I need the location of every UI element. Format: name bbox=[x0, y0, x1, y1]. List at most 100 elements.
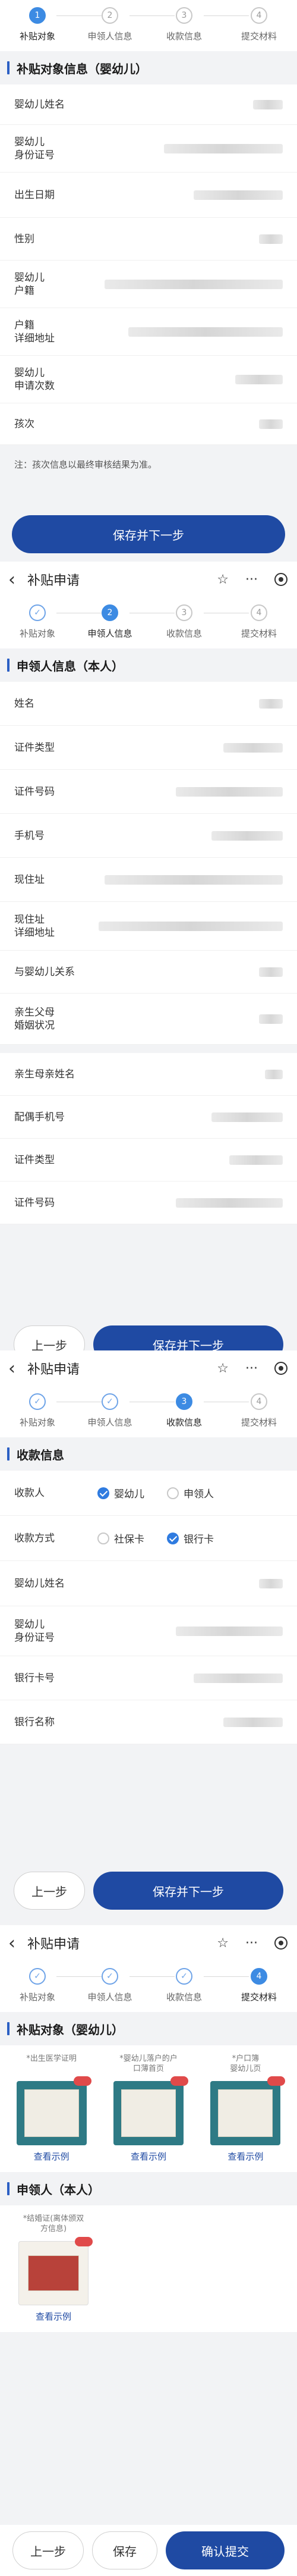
field-gender[interactable]: 性别 bbox=[0, 218, 297, 261]
field-spouse-id-type[interactable]: 证件类型 bbox=[0, 1139, 297, 1182]
delete-badge-icon[interactable] bbox=[73, 2076, 91, 2086]
section-applicant-info: 申领人信息（本人） bbox=[0, 648, 297, 682]
star-icon[interactable]: ☆ bbox=[217, 1361, 229, 1376]
top-nav: ‹ 补贴申请 ☆ ··· bbox=[0, 1350, 297, 1386]
save-next-button[interactable]: 保存并下一步 bbox=[93, 1872, 283, 1910]
view-example-link[interactable]: 查看示例 bbox=[10, 2310, 97, 2323]
submit-button[interactable]: 确认提交 bbox=[166, 2531, 285, 2569]
stepper: ✓ 补贴对象 ✓ 申领人信息 ✓ 收款信息 4 提交材料 bbox=[0, 1961, 297, 2012]
step-3[interactable]: ✓ 收款信息 bbox=[151, 1968, 217, 2003]
step-2[interactable]: 2 申领人信息 bbox=[77, 604, 143, 640]
payee-applicant-radio[interactable]: 申领人 bbox=[167, 1486, 214, 1500]
payee-child-radio[interactable]: 婴幼儿 bbox=[97, 1486, 144, 1500]
delete-badge-icon[interactable] bbox=[75, 2237, 93, 2246]
step-4[interactable]: 4 提交材料 bbox=[226, 7, 292, 42]
stepper: ✓ 补贴对象 ✓ 申领人信息 3 收款信息 4 提交材料 bbox=[0, 1386, 297, 1437]
star-icon[interactable]: ☆ bbox=[217, 572, 229, 587]
view-example-link[interactable]: 查看示例 bbox=[106, 2150, 190, 2163]
field-id-number[interactable]: 证件号码 bbox=[0, 770, 297, 814]
step-1[interactable]: ✓ 补贴对象 bbox=[5, 1968, 70, 2003]
step3-view: ‹ 补贴申请 ☆ ··· ✓ 补贴对象 ✓ 申领人信息 3 收款信息 4 提交材料 收款信… bbox=[0, 1350, 297, 1916]
step-3[interactable]: 3 收款信息 bbox=[151, 1393, 217, 1428]
child-info-form: 婴幼儿姓名 婴幼儿 身份证号 出生日期 性别 婴幼儿 户籍 户籍 详细地址 婴幼… bbox=[0, 84, 297, 445]
save-next-button[interactable]: 保存并下一步 bbox=[12, 515, 285, 553]
step-4[interactable]: 4 提交材料 bbox=[226, 1968, 292, 2003]
back-icon[interactable]: ‹ bbox=[8, 569, 24, 590]
payment-form: 收款人 婴幼儿 申领人 收款方式 社保卡 银行卡 婴幼儿姓名 婴幼儿 身份证号 … bbox=[0, 1471, 297, 1744]
field-pay-method: 收款方式 社保卡 银行卡 bbox=[0, 1516, 297, 1561]
prev-button[interactable]: 上一步 bbox=[12, 2531, 84, 2569]
step-4[interactable]: 4 提交材料 bbox=[226, 1393, 292, 1428]
target-icon[interactable] bbox=[274, 1362, 287, 1375]
more-icon[interactable]: ··· bbox=[245, 572, 258, 587]
upload-thumbnail[interactable] bbox=[16, 2076, 91, 2145]
step-3[interactable]: 3 收款信息 bbox=[151, 7, 217, 42]
field-household-address[interactable]: 户籍 详细地址 bbox=[0, 308, 297, 356]
step1-view: 1 补贴对象 2 申领人信息 3 收款信息 4 提交材料 补贴对象信息（婴幼儿） 婴幼儿… bbox=[0, 0, 297, 553]
step2-view: ‹ 补贴申请 ☆ ··· ✓ 补贴对象 2 申领人信息 3 收款信息 4 提交材料 申领人… bbox=[0, 562, 297, 1377]
spouse-info-form: 亲生母亲姓名 配偶手机号 证件类型 证件号码 bbox=[0, 1053, 297, 1224]
step-2[interactable]: 2 申领人信息 bbox=[77, 7, 143, 42]
field-spouse-phone[interactable]: 配偶手机号 bbox=[0, 1096, 297, 1139]
field-bank-name[interactable]: 银行名称 bbox=[0, 1700, 297, 1744]
back-icon[interactable]: ‹ bbox=[8, 1933, 24, 1954]
field-birth-order[interactable]: 孩次 bbox=[0, 403, 297, 445]
field-address[interactable]: 现住址 bbox=[0, 858, 297, 902]
field-child-id[interactable]: 婴幼儿 身份证号 bbox=[0, 125, 297, 173]
method-social-card-radio[interactable]: 社保卡 bbox=[97, 1531, 144, 1546]
upload-thumbnail[interactable] bbox=[18, 2237, 93, 2305]
field-apply-count[interactable]: 婴幼儿 申请次数 bbox=[0, 356, 297, 403]
field-birthdate[interactable]: 出生日期 bbox=[0, 173, 297, 218]
field-household[interactable]: 婴幼儿 户籍 bbox=[0, 261, 297, 308]
more-icon[interactable]: ··· bbox=[245, 1361, 258, 1376]
applicant-material-uploads: *结婚证(离体颁双 方信息) 查看示例 bbox=[0, 2205, 297, 2332]
field-name[interactable]: 姓名 bbox=[0, 682, 297, 726]
method-bank-card-radio[interactable]: 银行卡 bbox=[167, 1531, 214, 1546]
star-icon[interactable]: ☆ bbox=[217, 1936, 229, 1951]
field-spouse-id-number[interactable]: 证件号码 bbox=[0, 1182, 297, 1224]
step-3[interactable]: 3 收款信息 bbox=[151, 604, 217, 640]
step-1[interactable]: 1 补贴对象 bbox=[5, 7, 70, 42]
field-mother-name[interactable]: 亲生母亲姓名 bbox=[0, 1053, 297, 1096]
birth-order-note: 注：孩次信息以最终审核结果为准。 bbox=[0, 445, 297, 484]
field-id-type[interactable]: 证件类型 bbox=[0, 726, 297, 770]
delete-badge-icon[interactable] bbox=[267, 2076, 286, 2086]
field-child-name[interactable]: 婴幼儿姓名 bbox=[0, 1561, 297, 1606]
top-nav: ‹ 补贴申请 ☆ ··· bbox=[0, 1925, 297, 1961]
field-bank-card[interactable]: 银行卡号 bbox=[0, 1656, 297, 1700]
step-4[interactable]: 4 提交材料 bbox=[226, 604, 292, 640]
section-child-info: 补贴对象信息（婴幼儿） bbox=[0, 51, 297, 84]
more-icon[interactable]: ··· bbox=[245, 1936, 258, 1951]
save-button[interactable]: 保存 bbox=[92, 2531, 157, 2569]
field-phone[interactable]: 手机号 bbox=[0, 814, 297, 858]
target-icon[interactable] bbox=[274, 573, 287, 586]
target-icon[interactable] bbox=[274, 1936, 287, 1950]
section-applicant-materials: 申领人（本人） bbox=[0, 2172, 297, 2205]
step-1[interactable]: ✓ 补贴对象 bbox=[5, 604, 70, 640]
field-relation[interactable]: 与婴幼儿关系 bbox=[0, 951, 297, 994]
upload-household-first-page[interactable]: *婴幼儿落户的户 口薄首页 查看示例 bbox=[106, 2054, 190, 2163]
field-child-id[interactable]: 婴幼儿 身份证号 bbox=[0, 1606, 297, 1656]
upload-thumbnail[interactable] bbox=[113, 2076, 188, 2145]
field-address-detail[interactable]: 现住址 详细地址 bbox=[0, 902, 297, 951]
back-icon[interactable]: ‹ bbox=[8, 1358, 24, 1379]
top-nav: ‹ 补贴申请 ☆ ··· bbox=[0, 562, 297, 597]
step4-view: ‹ 补贴申请 ☆ ··· ✓ 补贴对象 ✓ 申领人信息 ✓ 收款信息 4 提交材料 补贴对… bbox=[0, 1925, 297, 2576]
prev-button[interactable]: 上一步 bbox=[14, 1872, 85, 1910]
child-material-uploads: *出生医学证明 查看示例 *婴幼儿落户的户 口薄首页 查看示例 *户口簿 婴幼儿… bbox=[0, 2045, 297, 2172]
step-1[interactable]: ✓ 补贴对象 bbox=[5, 1393, 70, 1428]
stepper: ✓ 补贴对象 2 申领人信息 3 收款信息 4 提交材料 bbox=[0, 597, 297, 648]
step-2[interactable]: ✓ 申领人信息 bbox=[77, 1968, 143, 2003]
applicant-info-form: 姓名 证件类型 证件号码 手机号 现住址 现住址 详细地址 与婴幼儿关系 亲生父… bbox=[0, 682, 297, 1045]
delete-badge-icon[interactable] bbox=[170, 2076, 188, 2086]
view-example-link[interactable]: 查看示例 bbox=[204, 2150, 287, 2163]
field-child-name[interactable]: 婴幼儿姓名 bbox=[0, 84, 297, 125]
upload-marriage-certificate[interactable]: *结婚证(离体颁双 方信息) 查看示例 bbox=[10, 2214, 97, 2323]
upload-birth-certificate[interactable]: *出生医学证明 查看示例 bbox=[10, 2054, 93, 2163]
view-example-link[interactable]: 查看示例 bbox=[10, 2150, 93, 2163]
upload-thumbnail[interactable] bbox=[210, 2076, 286, 2145]
field-payee: 收款人 婴幼儿 申领人 bbox=[0, 1471, 297, 1516]
upload-household-child-page[interactable]: *户口簿 婴幼儿页 查看示例 bbox=[204, 2054, 287, 2163]
step-2[interactable]: ✓ 申领人信息 bbox=[77, 1393, 143, 1428]
field-marital-status[interactable]: 亲生父母 婚姻状况 bbox=[0, 994, 297, 1045]
